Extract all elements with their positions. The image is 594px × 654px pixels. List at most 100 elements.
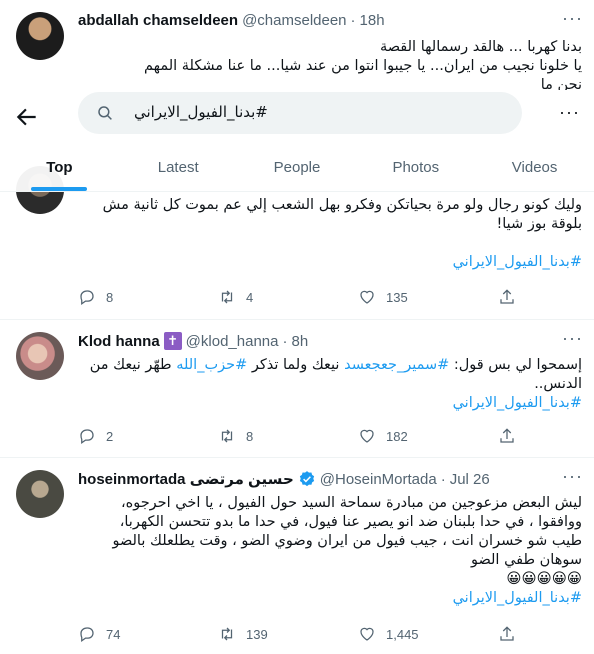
text-fragment: نيعك ولما تذكر xyxy=(247,357,345,373)
text-fragment: طهّر نيعك من xyxy=(89,357,177,373)
verified-badge-icon xyxy=(298,470,316,488)
heart-icon xyxy=(360,429,374,443)
author-name[interactable]: hoseinmortada حسين مرتضى xyxy=(78,470,294,488)
tab-label: Photos xyxy=(392,159,440,176)
text-line: بدنا كهربا ... هالقد رسمالها القصة xyxy=(379,39,582,55)
tweet-hoseinmortada[interactable]: hoseinmortada حسين مرتضى @HoseinMortada … xyxy=(0,458,594,654)
tab-videos[interactable]: Videos xyxy=(475,144,594,191)
reply-button[interactable]: 74 xyxy=(78,624,188,644)
like-button[interactable]: 182 xyxy=(358,426,468,446)
search-icon xyxy=(98,106,112,120)
heart-icon xyxy=(360,627,374,641)
separator: · xyxy=(350,12,356,29)
search-input[interactable]: #بدنا_الفيول_الايراني xyxy=(78,92,522,134)
reply-icon xyxy=(80,627,94,642)
tweet-actions: 8 4 135 xyxy=(78,287,518,307)
reply-button[interactable]: 2 xyxy=(78,426,188,446)
text-line: إسمحوا لي بس قول: #سمير_جعجعسد نيعك ولما… xyxy=(78,356,582,375)
separator: · xyxy=(282,332,288,350)
share-icon xyxy=(500,289,514,304)
heart-icon xyxy=(360,290,374,304)
text-line: الدنس.. xyxy=(534,376,582,392)
tweet-header: abdallah chamseldeen @chamseldeen · 18h xyxy=(78,12,385,29)
avatar[interactable] xyxy=(16,332,64,380)
reply-count: 8 xyxy=(106,289,114,305)
like-button[interactable]: 135 xyxy=(358,287,468,307)
tweet-continuation[interactable]: وليك كونو رجال ولو مرة بحياتكن وفكرو بهل… xyxy=(0,166,594,320)
search-header: #بدنا_الفيول_الايراني ··· xyxy=(0,90,594,144)
share-icon xyxy=(500,428,514,443)
back-button[interactable] xyxy=(14,104,40,130)
retweet-count: 139 xyxy=(246,626,268,642)
tab-label: Latest xyxy=(157,159,199,176)
more-options-icon[interactable]: ··· xyxy=(562,329,582,352)
author-name[interactable]: Klod hanna xyxy=(78,333,160,350)
text-line: وليك كونو رجال ولو مرة بحياتكن وفكرو بهل… xyxy=(102,197,582,213)
more-options-icon[interactable]: ··· xyxy=(559,103,580,121)
text-line: ووافقوا ، في حدا بلبنان ضد انو يصير عنا … xyxy=(119,514,582,530)
active-tab-indicator xyxy=(31,187,88,191)
timestamp[interactable]: 8h xyxy=(291,333,308,350)
reply-icon xyxy=(80,290,94,305)
retweet-icon xyxy=(221,429,233,443)
tab-photos[interactable]: Photos xyxy=(356,144,475,191)
reply-icon xyxy=(80,429,94,444)
reply-count: 74 xyxy=(106,626,121,642)
avatar[interactable] xyxy=(16,12,64,60)
hashtag-link[interactable]: #حزب_الله xyxy=(176,357,247,373)
tab-label: Videos xyxy=(511,159,558,176)
search-query[interactable]: #بدنا_الفيول_الايراني xyxy=(134,103,268,121)
tweet-actions: 2 8 182 xyxy=(78,426,518,446)
text-line: سوهان طفي الضو xyxy=(470,552,582,568)
retweet-icon xyxy=(221,290,233,304)
share-button[interactable] xyxy=(498,287,518,307)
author-handle[interactable]: @chamseldeen xyxy=(242,12,346,29)
emoji-line: 😀😀😀😀😀 xyxy=(506,571,582,587)
hashtag-link[interactable]: #بدنا_الفيول_الايراني xyxy=(453,395,582,411)
tab-people[interactable]: People xyxy=(238,144,357,191)
cross-badge-icon: ✝ xyxy=(163,332,182,350)
retweet-icon xyxy=(221,627,233,641)
hashtag-link[interactable]: #بدنا_الفيول_الايراني xyxy=(453,254,582,270)
tweet-actions: 74 139 1,445 xyxy=(78,624,518,644)
like-count: 1,445 xyxy=(386,626,419,642)
like-button[interactable]: 1,445 xyxy=(358,624,468,644)
like-count: 182 xyxy=(386,428,408,444)
tweet-klod-hanna[interactable]: Klod hanna ✝ @klod_hanna · 8h ··· إسمحوا… xyxy=(0,320,594,458)
tweet-text: بدنا كهربا ... هالقد رسمالها القصة يا خل… xyxy=(78,38,582,95)
more-options-icon[interactable]: ··· xyxy=(562,9,582,32)
text-line: يا خلونا نجيب من ايران... يا جيبوا انتوا… xyxy=(143,58,582,74)
retweet-count: 8 xyxy=(246,428,254,444)
like-count: 135 xyxy=(386,289,408,305)
retweet-count: 4 xyxy=(246,289,254,305)
share-button[interactable] xyxy=(498,426,518,446)
tab-label: Top xyxy=(46,159,73,176)
retweet-button[interactable]: 139 xyxy=(218,624,328,644)
arrow-left-icon xyxy=(16,108,36,126)
tab-latest[interactable]: Latest xyxy=(119,144,238,191)
separator: · xyxy=(440,470,446,488)
author-name[interactable]: abdallah chamseldeen xyxy=(78,12,238,29)
tweet-header: Klod hanna ✝ @klod_hanna · 8h xyxy=(78,332,308,350)
avatar[interactable] xyxy=(16,470,64,518)
share-icon xyxy=(500,626,514,641)
text-line: بلوقة بوز شيا! xyxy=(496,216,582,232)
timestamp[interactable]: Jul 26 xyxy=(450,471,490,488)
more-options-icon[interactable]: ··· xyxy=(562,467,582,490)
text-fragment: إسمحوا لي بس قول: xyxy=(449,357,582,373)
timestamp[interactable]: 18h xyxy=(360,12,385,29)
text-line: طيب شو خسران انت ، جيب فيول من ايران وضو… xyxy=(112,533,582,549)
reply-button[interactable]: 8 xyxy=(78,287,188,307)
retweet-button[interactable]: 4 xyxy=(218,287,328,307)
tweet-text: وليك كونو رجال ولو مرة بحياتكن وفكرو بهل… xyxy=(78,196,582,272)
tab-top[interactable]: Top xyxy=(0,144,119,191)
tweet-text: ليش البعض مزعوجين من مبادرة سماحة السيد … xyxy=(78,494,582,608)
hashtag-link[interactable]: #سمير_جعجعسد xyxy=(344,357,449,373)
tweet-header: hoseinmortada حسين مرتضى @HoseinMortada … xyxy=(78,470,490,489)
share-button[interactable] xyxy=(498,624,518,644)
retweet-button[interactable]: 8 xyxy=(218,426,328,446)
hashtag-link[interactable]: #بدنا_الفيول_الايراني xyxy=(453,590,582,606)
author-handle[interactable]: @klod_hanna xyxy=(186,333,279,350)
author-handle[interactable]: @HoseinMortada xyxy=(320,471,437,488)
tab-label: People xyxy=(273,159,321,176)
